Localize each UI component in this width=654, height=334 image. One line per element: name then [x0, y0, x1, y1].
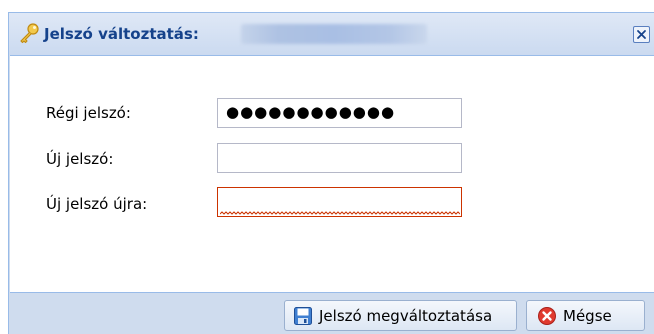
confirm-password-label: Új jelszó újra: [46, 195, 148, 213]
dialog-body: Régi jelszó: ●●●●●●●●●●●● Új jelszó: Új … [10, 55, 654, 293]
save-disk-icon [293, 306, 313, 326]
invalid-underline [220, 211, 460, 215]
change-password-label: Jelszó megváltoztatása [319, 307, 493, 325]
password-change-dialog: Jelszó változtatás: Régi jelszó: ●●●●●●●… [8, 12, 654, 334]
redacted-username [241, 24, 427, 44]
cancel-icon [537, 306, 557, 326]
old-password-label: Régi jelszó: [46, 104, 131, 122]
cancel-label: Mégse [563, 307, 612, 325]
confirm-password-input[interactable] [217, 187, 462, 217]
cancel-button[interactable]: Mégse [526, 300, 645, 331]
old-password-input[interactable]: ●●●●●●●●●●●● [217, 98, 462, 128]
dialog-titlebar[interactable]: Jelszó változtatás: [9, 13, 654, 55]
change-password-button[interactable]: Jelszó megváltoztatása [284, 300, 517, 331]
new-password-label: Új jelszó: [46, 150, 114, 168]
close-icon[interactable] [633, 26, 650, 43]
new-password-input[interactable] [217, 143, 462, 173]
dialog-title: Jelszó változtatás: [44, 25, 199, 43]
key-icon [18, 22, 40, 44]
old-password-value: ●●●●●●●●●●●● [226, 103, 396, 121]
